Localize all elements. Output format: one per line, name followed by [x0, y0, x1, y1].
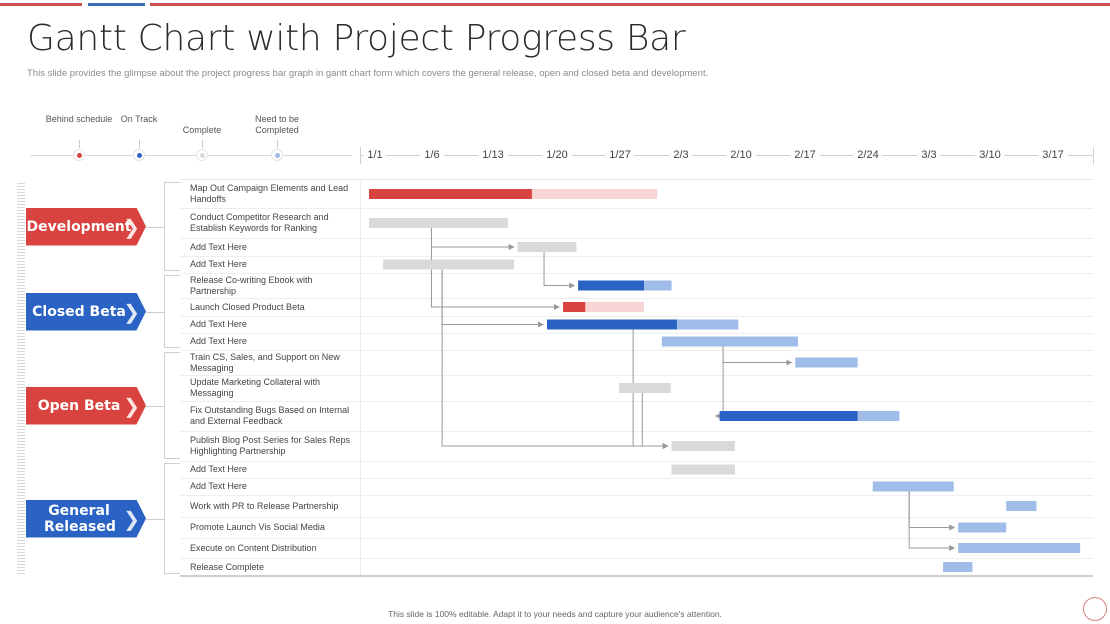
dependency-arrow — [441, 269, 669, 449]
gantt-bar-progress — [578, 280, 645, 291]
gantt-bar-remaining — [661, 336, 798, 347]
gantt-bar-progress — [369, 218, 508, 228]
gantt-bar-remaining — [943, 562, 973, 572]
footer-note: This slide is 100% editable. Adapt it to… — [388, 609, 722, 619]
corner-circle-icon — [1083, 597, 1107, 621]
gantt-bar-progress — [369, 189, 532, 199]
gantt-bar-progress — [563, 302, 586, 312]
gantt-bar-remaining — [958, 543, 1081, 553]
dependency-arrow — [714, 346, 724, 419]
gantt-chart — [369, 189, 1081, 572]
dependency-arrow — [441, 269, 544, 328]
dependency-arrow — [430, 228, 515, 250]
gantt-bar-progress — [671, 464, 735, 475]
dependency-arrow — [641, 393, 669, 449]
dependency-arrow — [908, 491, 956, 531]
gantt-bar-remaining — [795, 357, 858, 368]
gantt-bar-progress — [671, 441, 735, 451]
dependency-arrow — [543, 252, 576, 289]
gantt-bar-progress — [719, 411, 858, 421]
gantt-bar-progress — [517, 242, 577, 252]
gantt-bar-progress — [383, 259, 515, 270]
gantt-bar-progress — [619, 383, 671, 393]
gantt-bar-remaining — [1006, 501, 1037, 511]
gantt-bar-remaining — [872, 481, 954, 492]
dependency-arrow — [908, 491, 956, 551]
gantt-bar-progress — [547, 319, 677, 330]
gantt-bar-remaining — [958, 522, 1007, 533]
dependency-arrow — [722, 346, 793, 366]
